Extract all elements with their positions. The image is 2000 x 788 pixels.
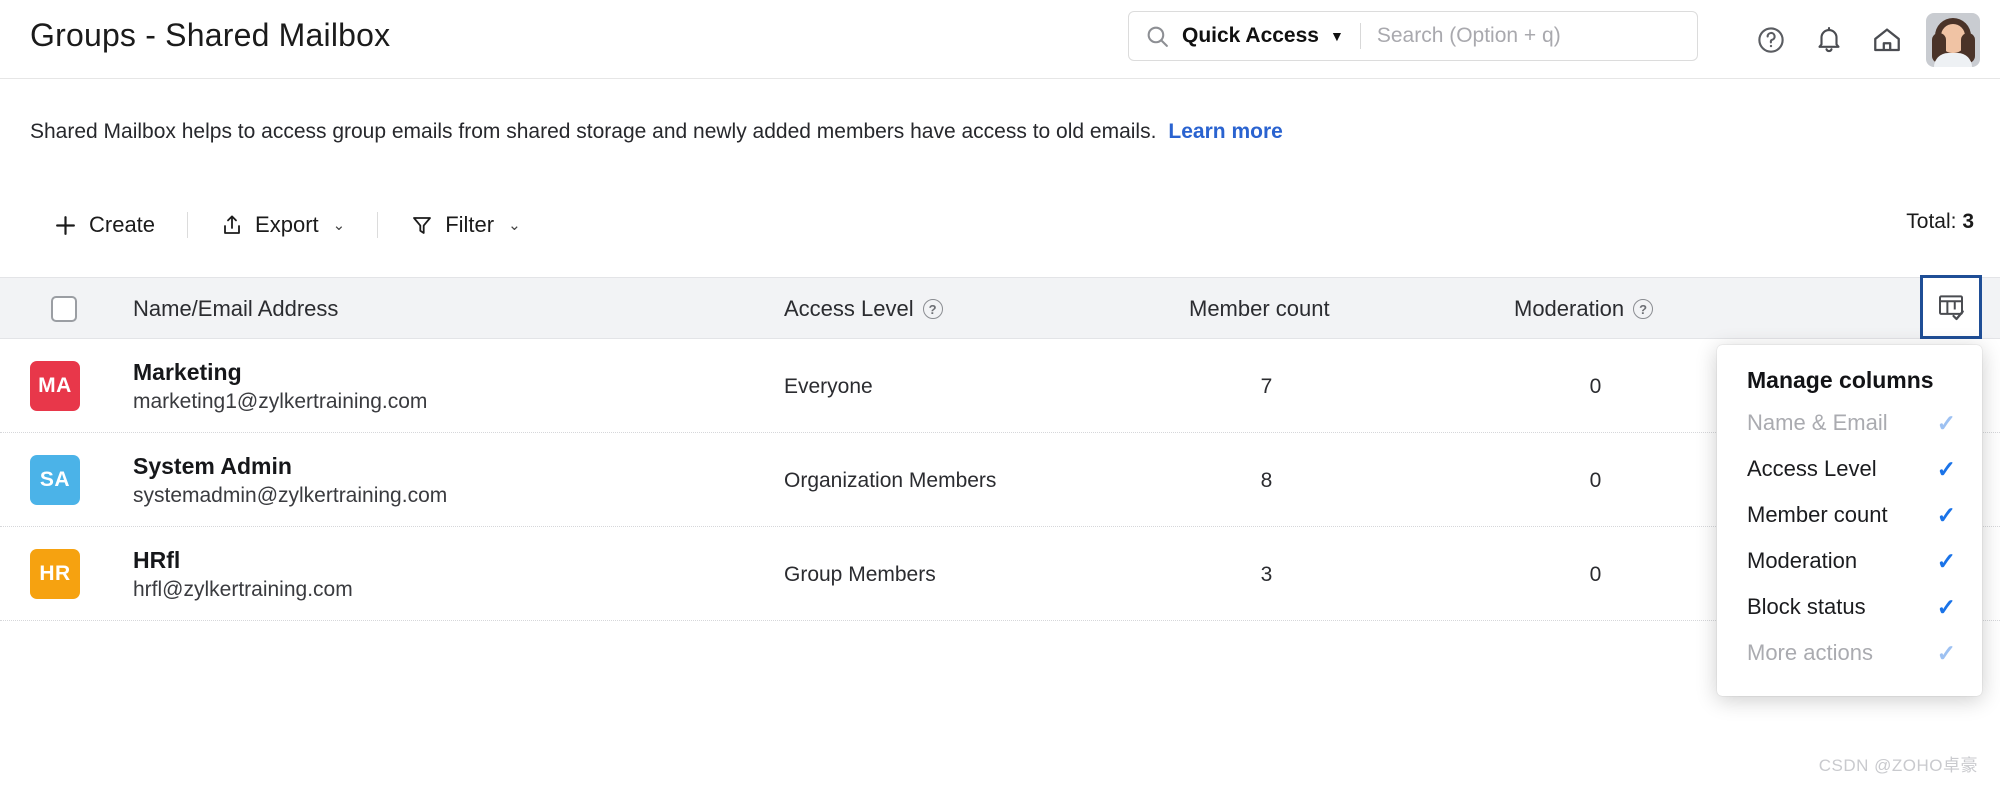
home-icon	[1871, 24, 1903, 56]
group-email: marketing1@zylkertraining.com	[133, 388, 427, 416]
search-input[interactable]	[1377, 24, 1677, 48]
chevron-down-icon[interactable]: ⌄	[333, 216, 346, 234]
column-header-moderation[interactable]: Moderation ?	[1514, 278, 1653, 340]
search-icon	[1145, 24, 1170, 49]
group-avatar: HR	[30, 549, 80, 599]
cell-moderation: 0	[1514, 563, 1677, 587]
manage-columns-items: Name & Email ✓ Access Level ✓ Member cou…	[1717, 400, 1982, 676]
help-button[interactable]	[1742, 11, 1800, 69]
manage-columns-item-label: More actions	[1747, 640, 1873, 666]
table-row[interactable]: MA Marketing marketing1@zylkertraining.c…	[0, 339, 2000, 433]
manage-columns-item[interactable]: Access Level ✓	[1717, 446, 1982, 492]
cell-access-level: Organization Members	[784, 469, 996, 493]
info-banner-text: Shared Mailbox helps to access group ema…	[30, 120, 1156, 143]
column-header-member-count-label: Member count	[1189, 296, 1330, 322]
notifications-button[interactable]	[1800, 11, 1858, 69]
manage-columns-item-label: Member count	[1747, 502, 1888, 528]
column-header-member-count[interactable]: Member count	[1189, 278, 1330, 340]
group-name[interactable]: System Admin	[133, 451, 447, 482]
learn-more-link[interactable]: Learn more	[1168, 120, 1282, 143]
bell-icon	[1814, 25, 1844, 55]
manage-columns-item-label: Access Level	[1747, 456, 1877, 482]
cell-moderation: 0	[1514, 469, 1677, 493]
moderation-help-icon[interactable]: ?	[1633, 299, 1653, 319]
chevron-down-icon[interactable]: ⌄	[508, 216, 521, 234]
cell-name-email: Marketing marketing1@zylkertraining.com	[133, 357, 427, 416]
top-bar: Groups - Shared Mailbox Quick Access ▼	[0, 0, 2000, 79]
create-button[interactable]: Create	[47, 208, 161, 242]
chevron-down-icon[interactable]: ▼	[1330, 29, 1344, 43]
home-button[interactable]	[1858, 11, 1916, 69]
check-icon: ✓	[1937, 412, 1956, 435]
manage-columns-dropdown: Manage columns Name & Email ✓ Access Lev…	[1717, 345, 1982, 696]
export-upload-icon	[220, 213, 244, 237]
check-icon: ✓	[1937, 642, 1956, 665]
total-count: Total: 3	[1906, 210, 1974, 234]
access-level-help-icon[interactable]: ?	[923, 299, 943, 319]
create-label: Create	[89, 212, 155, 238]
group-name[interactable]: HRfl	[133, 545, 353, 576]
group-avatar: SA	[30, 455, 80, 505]
search-divider	[1360, 23, 1361, 49]
avatar[interactable]	[1926, 13, 1980, 67]
help-circle-icon	[1756, 25, 1786, 55]
action-toolbar: Create Export ⌄ Filter ⌄	[0, 196, 2000, 254]
cell-name-email: HRfl hrfl@zylkertraining.com	[133, 545, 353, 604]
check-icon: ✓	[1937, 550, 1956, 573]
manage-columns-item: More actions ✓	[1717, 630, 1982, 676]
column-header-moderation-label: Moderation	[1514, 296, 1624, 322]
watermark: CSDN @ZOHO卓豪	[1819, 751, 1978, 776]
group-avatar: MA	[30, 361, 80, 411]
check-icon: ✓	[1937, 458, 1956, 481]
filter-button[interactable]: Filter ⌄	[404, 208, 526, 242]
export-button[interactable]: Export ⌄	[214, 208, 351, 242]
total-value: 3	[1962, 210, 1974, 233]
manage-columns-item-label: Block status	[1747, 594, 1866, 620]
export-label: Export	[255, 212, 319, 238]
manage-columns-item[interactable]: Block status ✓	[1717, 584, 1982, 630]
column-header-access-level-label: Access Level	[784, 296, 914, 322]
check-icon: ✓	[1937, 596, 1956, 619]
table-row[interactable]: HR HRfl hrfl@zylkertraining.com Group Me…	[0, 527, 2000, 621]
cell-access-level: Everyone	[784, 375, 873, 399]
funnel-icon	[410, 213, 434, 237]
cell-name-email: System Admin systemadmin@zylkertraining.…	[133, 451, 447, 510]
cell-member-count: 8	[1189, 469, 1344, 493]
group-name[interactable]: Marketing	[133, 357, 427, 388]
group-email: hrfl@zylkertraining.com	[133, 576, 353, 604]
toolbar-divider-2	[377, 212, 378, 238]
check-icon: ✓	[1937, 504, 1956, 527]
manage-columns-item-label: Moderation	[1747, 548, 1857, 574]
column-header-name-label: Name/Email Address	[133, 296, 338, 322]
manage-columns-item[interactable]: Member count ✓	[1717, 492, 1982, 538]
manage-columns-title: Manage columns	[1717, 367, 1982, 400]
cell-access-level: Group Members	[784, 563, 936, 587]
global-search-bar[interactable]: Quick Access ▼	[1128, 11, 1698, 61]
column-header-access-level[interactable]: Access Level ?	[784, 278, 943, 340]
group-email: systemadmin@zylkertraining.com	[133, 482, 447, 510]
manage-columns-button[interactable]	[1920, 275, 1982, 339]
table-header: Name/Email Address Access Level ? Member…	[0, 277, 2000, 339]
manage-columns-item[interactable]: Moderation ✓	[1717, 538, 1982, 584]
page-title: Groups - Shared Mailbox	[30, 17, 390, 54]
table-row[interactable]: SA System Admin systemadmin@zylkertraini…	[0, 433, 2000, 527]
plus-icon	[53, 213, 78, 238]
search-scope-label[interactable]: Quick Access	[1182, 24, 1319, 48]
table-columns-icon	[1936, 292, 1966, 322]
toolbar-divider-1	[187, 212, 188, 238]
cell-member-count: 7	[1189, 375, 1344, 399]
column-header-name[interactable]: Name/Email Address	[133, 278, 338, 340]
info-banner: Shared Mailbox helps to access group ema…	[30, 120, 1283, 144]
app-root: Groups - Shared Mailbox Quick Access ▼	[0, 0, 2000, 788]
total-label: Total:	[1906, 210, 1956, 233]
header-actions	[1742, 0, 1980, 79]
manage-columns-item: Name & Email ✓	[1717, 400, 1982, 446]
cell-member-count: 3	[1189, 563, 1344, 587]
manage-columns-item-label: Name & Email	[1747, 410, 1888, 436]
filter-label: Filter	[445, 212, 494, 238]
select-all-checkbox[interactable]	[51, 296, 77, 322]
cell-moderation: 0	[1514, 375, 1677, 399]
